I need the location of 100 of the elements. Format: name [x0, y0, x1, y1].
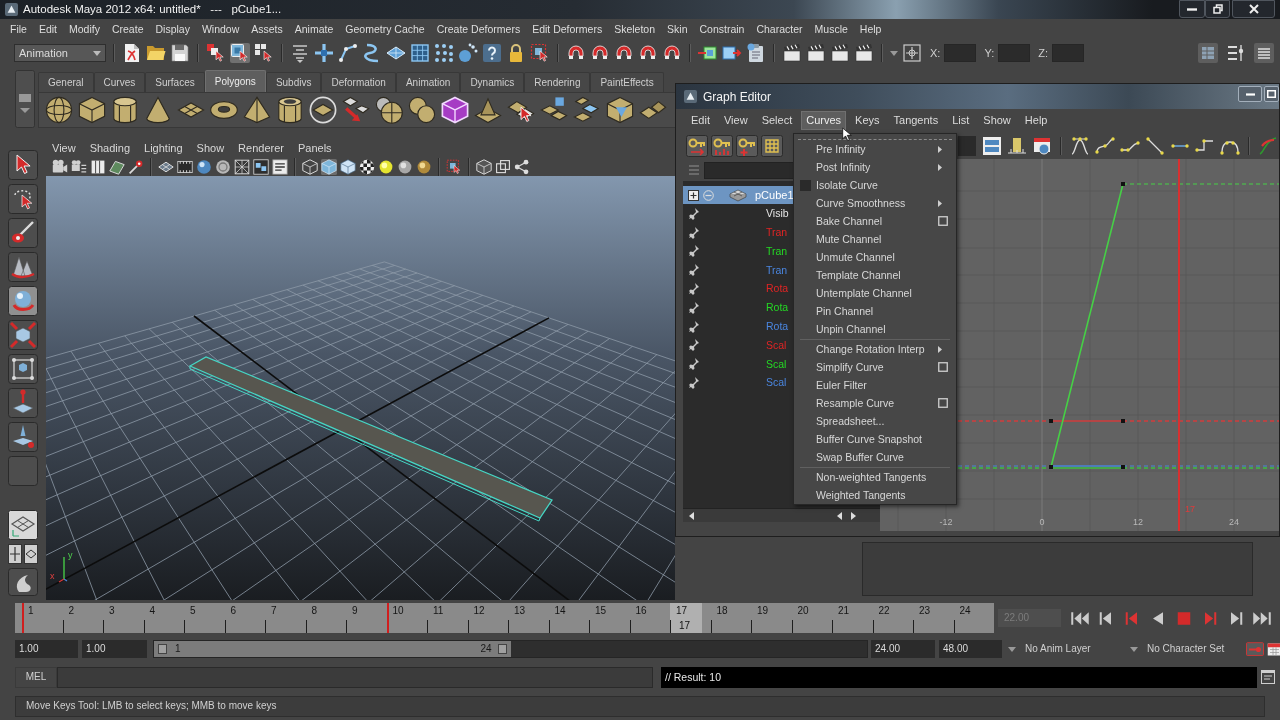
menu-item[interactable]: Select: [756, 111, 798, 130]
image-plane-icon[interactable]: [109, 158, 125, 175]
command-input[interactable]: [57, 666, 653, 688]
menu-item[interactable]: Tangents: [888, 111, 944, 130]
menu-item[interactable]: Modify: [69, 24, 100, 35]
shelf-tab[interactable]: Polygons: [204, 70, 266, 92]
option-box-icon[interactable]: [938, 362, 948, 372]
menu-item[interactable]: Weighted Tangents: [794, 486, 956, 504]
cube-icon[interactable]: [78, 96, 106, 124]
pin-icon[interactable]: [688, 263, 700, 277]
checker-sphere-icon[interactable]: [359, 158, 375, 175]
glowing-sphere-icon[interactable]: [378, 158, 394, 175]
shelf-tab[interactable]: Dynamics: [460, 72, 525, 92]
grid-cursor-icon[interactable]: [254, 43, 274, 63]
share-nodes-icon[interactable]: [514, 158, 530, 175]
pin-icon[interactable]: [688, 300, 700, 314]
clipboard-icon[interactable]: [746, 43, 766, 63]
menu-item[interactable]: Template Channel: [794, 266, 956, 284]
key-bars-icon[interactable]: [711, 134, 733, 157]
menu-item[interactable]: Edit: [686, 111, 715, 130]
selection-box-icon[interactable]: [446, 158, 462, 175]
cone-icon[interactable]: [144, 96, 172, 124]
menu-item[interactable]: Bake Channel: [794, 212, 956, 230]
sphere-rotate-icon[interactable]: [8, 286, 38, 316]
menu-item[interactable]: Resample Curve: [794, 394, 956, 412]
crosshair-icon[interactable]: [902, 43, 922, 63]
menu-item[interactable]: Keys: [850, 111, 885, 130]
help-icon[interactable]: [482, 43, 502, 63]
pin-icon[interactable]: [688, 319, 700, 333]
coordinate-field[interactable]: [1052, 44, 1084, 62]
close-button[interactable]: [1232, 0, 1275, 18]
input-box-icon[interactable]: [698, 43, 718, 63]
menu-item[interactable]: Constrain: [699, 24, 745, 35]
spheres-icon[interactable]: [408, 96, 436, 124]
shelf-tab[interactable]: Subdivs: [265, 72, 322, 92]
menu-item[interactable]: View: [52, 143, 76, 154]
spheres-icon[interactable]: [375, 96, 403, 124]
value-field[interactable]: [958, 135, 976, 156]
camera-icon[interactable]: [52, 158, 68, 175]
two-bars-icon[interactable]: [982, 135, 1002, 156]
menu-item[interactable]: Help: [1019, 111, 1053, 130]
coordinate-field[interactable]: [998, 44, 1031, 62]
crossed-box-icon[interactable]: [234, 158, 250, 175]
minimize-button[interactable]: [1179, 0, 1205, 18]
channel-name[interactable]: Tran: [766, 264, 788, 276]
sphere-icon[interactable]: [397, 158, 413, 175]
sphere-icon[interactable]: [416, 158, 432, 175]
pin-icon[interactable]: [688, 282, 700, 296]
restore-icon[interactable]: [1212, 4, 1223, 14]
menu-item[interactable]: File: [10, 24, 27, 35]
close-icon[interactable]: [1248, 4, 1259, 14]
cube-outline-icon[interactable]: [476, 158, 492, 175]
menu-item[interactable]: Change Rotation Interp: [794, 340, 956, 358]
option-box-icon[interactable]: [938, 216, 948, 226]
plus-icon[interactable]: [314, 43, 334, 63]
shaded-cube-icon[interactable]: [321, 158, 337, 175]
uv-squares-icon[interactable]: [253, 158, 269, 175]
curves-icon[interactable]: [1258, 135, 1278, 156]
range-bar[interactable]: 1 24: [154, 641, 511, 657]
cube-icon[interactable]: [340, 158, 356, 175]
menu-item[interactable]: Geometry Cache: [345, 24, 425, 35]
pipe-icon[interactable]: [276, 96, 304, 124]
horizontal-scrollbar[interactable]: [683, 508, 880, 522]
brush-icon[interactable]: [8, 218, 38, 248]
menu-item[interactable]: Non-weighted Tangents: [794, 468, 956, 486]
sphere-icon[interactable]: [196, 158, 212, 175]
menu-item[interactable]: Muscle: [814, 24, 848, 35]
output-box-icon[interactable]: [722, 43, 742, 63]
menu-item[interactable]: Skeleton: [614, 24, 656, 35]
minimize-button[interactable]: [1238, 86, 1262, 102]
time-field[interactable]: 1.00: [82, 640, 147, 658]
columns-icon[interactable]: [90, 158, 106, 175]
caret-icon[interactable]: [890, 50, 898, 56]
sphere-icon[interactable]: [45, 96, 73, 124]
cone-plane-icon[interactable]: [8, 422, 38, 452]
clapperboard-icon[interactable]: [806, 43, 826, 63]
spline-icon[interactable]: [1095, 135, 1115, 156]
overlapping-squares-icon[interactable]: [495, 158, 511, 175]
menu-item[interactable]: Pre Infinity: [794, 140, 956, 158]
cones-icon[interactable]: [8, 252, 38, 282]
new-file-icon[interactable]: [122, 43, 142, 63]
menu-item[interactable]: Simplify Curve: [794, 358, 956, 376]
menu-item[interactable]: Unpin Channel: [794, 320, 956, 338]
lattice-icon[interactable]: [761, 134, 783, 157]
cube-triangle-icon[interactable]: [606, 96, 634, 124]
maximize-icon[interactable]: [1267, 90, 1276, 98]
calendar-icon[interactable]: [1267, 641, 1280, 657]
cube-frame-icon[interactable]: [8, 354, 38, 384]
camera-list-icon[interactable]: [71, 158, 87, 175]
expand-icon[interactable]: [688, 189, 699, 201]
particles-icon[interactable]: [458, 43, 478, 63]
shelf-tab[interactable]: Curves: [93, 72, 146, 92]
menu-item[interactable]: List: [947, 111, 975, 130]
menu-item[interactable]: Curves: [801, 111, 847, 130]
folder-icon[interactable]: [146, 43, 166, 63]
character-set-dropdown[interactable]: No Character Set: [1130, 640, 1242, 658]
menu-item[interactable]: Unmute Channel: [794, 248, 956, 266]
box-cursor-icon[interactable]: [230, 43, 250, 63]
pin-icon[interactable]: [688, 244, 700, 258]
time-field[interactable]: 24.00: [871, 640, 935, 658]
